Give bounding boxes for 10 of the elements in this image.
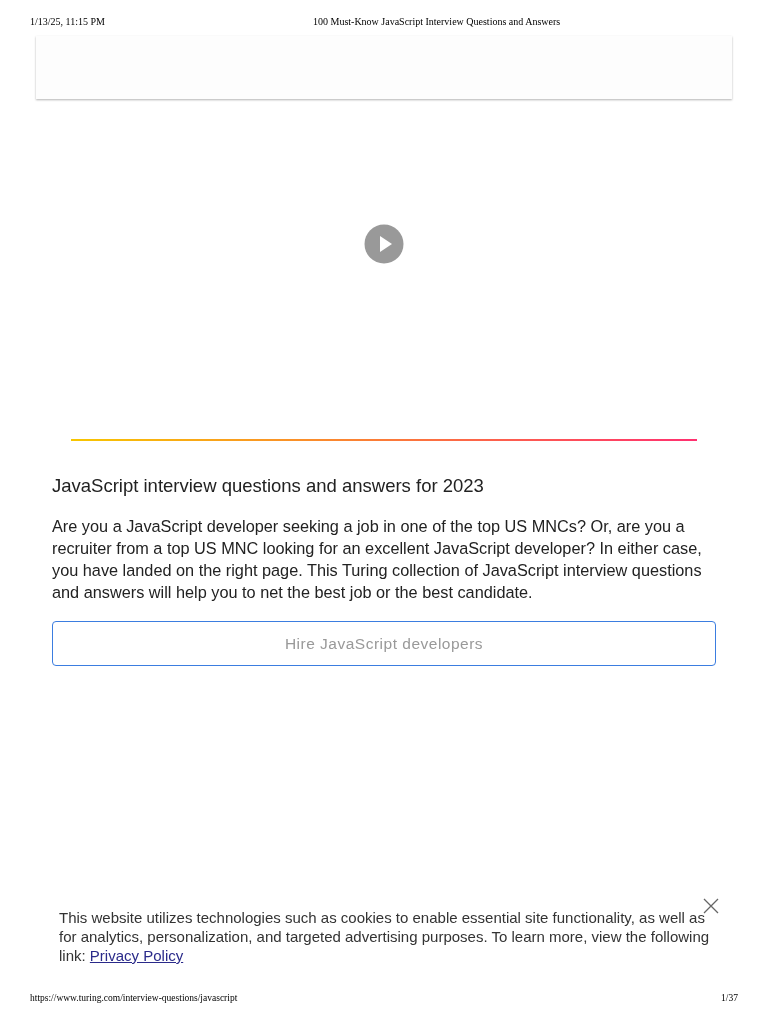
play-icon[interactable]: [364, 224, 404, 264]
print-date: 1/13/25, 11:15 PM: [30, 16, 106, 29]
page-url: https://www.turing.com/interview-questions/javascript: [30, 993, 238, 1003]
page-number: 1/37: [721, 993, 738, 1003]
intro-paragraph: Are you a JavaScript developer seeking a job in one of the top US MNCs? Or, are you a recruiter from a top US MNC looking for an excellent JavaScript developer? In either case, you have landed on the right page. This Turing collection of JavaScript interview questions and answers will help you to net the best job or the best candidate.: [52, 516, 703, 603]
privacy-policy-link[interactable]: Privacy Policy: [89, 947, 184, 964]
close-icon[interactable]: [703, 898, 719, 914]
page-title: 100 Must-Know JavaScript Interview Questions and Answers: [313, 16, 561, 29]
section-heading: JavaScript interview questions and answers for 2023: [52, 475, 485, 497]
cookie-notice: This website utilizes technologies such as cookies to enable essential site functionality, as well as for analytics, personalization, and targeted advertising purposes. To learn more, view the following link: Privacy Policy: [59, 908, 711, 965]
